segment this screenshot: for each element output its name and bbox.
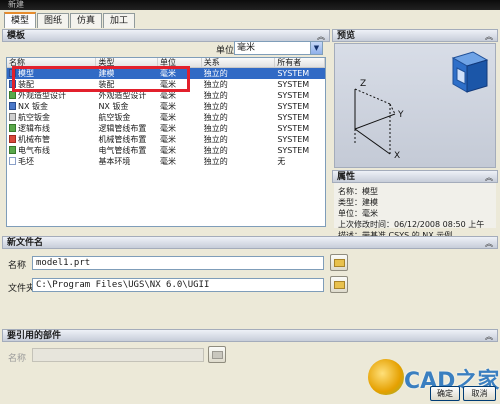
y-axis [354, 113, 396, 130]
file-name-input[interactable]: model1.prt [32, 256, 324, 270]
aero-sheetmetal-icon [9, 113, 16, 121]
property-type: 类型：建模 [338, 198, 378, 207]
browse-file-button[interactable] [330, 254, 348, 271]
part-model-icon [451, 51, 489, 93]
mechanical-routing-icon [9, 135, 16, 143]
template-preview: Z Y X [334, 43, 496, 168]
chevron-down-icon[interactable]: ▼ [310, 42, 322, 54]
tab-strip: 模型 图纸 仿真 加工 [4, 12, 136, 28]
template-row-electrical-routing[interactable]: 电气布线 电气管线布置 毫米 独立的 SYSTEM [7, 145, 325, 156]
unit-select[interactable]: 毫米 ▼ [234, 41, 323, 55]
electrical-routing-icon [9, 146, 16, 154]
x-axis [354, 128, 391, 155]
nx-sheetmetal-icon [9, 102, 16, 110]
property-unit: 单位：毫米 [338, 209, 378, 218]
tab-simulation[interactable]: 仿真 [70, 13, 103, 28]
folder-icon [212, 351, 223, 359]
collapse-icon: ︽ [485, 239, 493, 248]
blank-doc-icon [9, 157, 16, 165]
template-row-nx-sheetmetal[interactable]: NX 钣金 NX 钣金 毫米 独立的 SYSTEM [7, 101, 325, 112]
csys-preview-graphic: Z Y X [354, 51, 489, 161]
unit-label: 单位 [216, 46, 235, 56]
preview-panel-title: 预览 [337, 31, 356, 41]
property-name: 名称：模型 [338, 187, 378, 196]
template-row-logical-routing[interactable]: 逻辑布线 逻辑管线布置 毫米 独立的 SYSTEM [7, 123, 325, 134]
folder-icon [334, 259, 345, 267]
browse-referenced-button[interactable] [208, 346, 226, 363]
annotation-highlight-box [12, 66, 190, 92]
template-row-blank[interactable]: 毛坯 基本环境 毫米 独立的 无 [7, 156, 325, 167]
cancel-button[interactable]: 取消 [463, 386, 496, 401]
referenced-name-label: 名称 [8, 354, 27, 364]
folder-icon [334, 281, 345, 289]
unit-select-value: 毫米 [237, 43, 256, 53]
tab-drawing[interactable]: 图纸 [37, 13, 70, 28]
preview-panel-header[interactable]: 预览 ︽ [332, 29, 498, 42]
property-last-modified: 上次修改时间：06/12/2008 08:50 上午 [338, 220, 485, 229]
properties-panel-header[interactable]: 属性 ︽ [332, 170, 498, 183]
shape-design-icon [9, 91, 16, 99]
axis-label-x: X [394, 151, 400, 161]
collapse-icon: ︽ [485, 32, 493, 41]
file-name-label: 名称 [8, 261, 27, 271]
referenced-part-input[interactable] [32, 348, 204, 362]
properties-panel-title: 属性 [337, 172, 356, 182]
site-logo-icon [368, 359, 404, 395]
new-file-panel-title: 新文件名 [7, 238, 44, 248]
column-header-owner[interactable]: 所有者 [275, 58, 325, 67]
collapse-icon: ︽ [485, 332, 493, 341]
title-bar: 新建 [0, 0, 500, 10]
window-title: 新建 [8, 0, 24, 9]
logical-routing-icon [9, 124, 16, 132]
folder-label: 文件夹 [8, 284, 36, 294]
axis-label-z: Z [360, 79, 366, 89]
template-row-aero-sheetmetal[interactable]: 航空钣金 航空钣金 毫米 独立的 SYSTEM [7, 112, 325, 123]
referenced-parts-panel-title: 要引用的部件 [7, 331, 62, 341]
tab-manufacturing[interactable]: 加工 [103, 13, 136, 28]
templates-panel-title: 模板 [7, 31, 26, 41]
new-file-panel-header[interactable]: 新文件名 ︽ [2, 236, 498, 249]
referenced-parts-panel-header[interactable]: 要引用的部件 ︽ [2, 329, 498, 342]
column-header-relation[interactable]: 关系 [202, 58, 276, 67]
tab-model[interactable]: 模型 [4, 12, 37, 28]
template-row-mechanical-routing[interactable]: 机械布管 机械管线布置 毫米 独立的 SYSTEM [7, 134, 325, 145]
browse-folder-button[interactable] [330, 276, 348, 293]
ok-button[interactable]: 确定 [430, 386, 460, 401]
axis-label-y: Y [397, 110, 404, 120]
template-properties: 名称：模型 类型：建模 单位：毫米 上次修改时间：06/12/2008 08:5… [334, 183, 496, 240]
folder-path-input[interactable]: C:\Program Files\UGS\NX 6.0\UGII [32, 278, 324, 292]
